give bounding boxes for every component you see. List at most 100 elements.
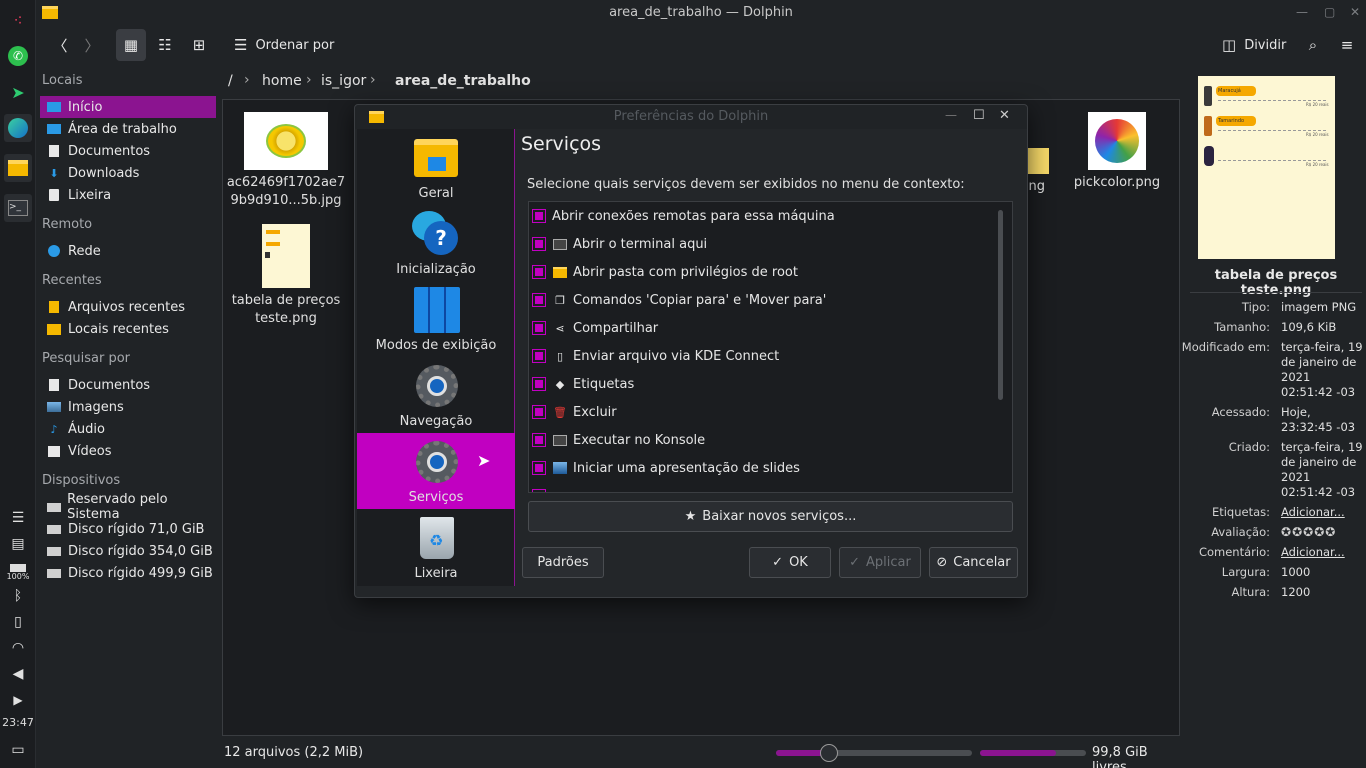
service-item[interactable]: ⋖ Compartilhar bbox=[529, 314, 989, 342]
search-documents[interactable]: Documentos bbox=[40, 374, 216, 396]
star-icon[interactable]: ✪ bbox=[1314, 525, 1325, 539]
minimize-icon[interactable]: — bbox=[1296, 5, 1308, 19]
service-item[interactable]: Executar no Konsole bbox=[529, 426, 989, 454]
back-button[interactable]: 〈 bbox=[48, 29, 72, 61]
service-checkbox[interactable] bbox=[532, 237, 546, 251]
service-item[interactable]: ▯ Enviar arquivo via KDE Connect bbox=[529, 342, 989, 370]
service-checkbox[interactable] bbox=[532, 377, 546, 391]
file-item[interactable]: ac62469f1702ae7 9b9d910...5b.jpg bbox=[226, 112, 346, 210]
maximize-icon[interactable]: ▢ bbox=[1324, 5, 1335, 19]
category-general[interactable]: Geral bbox=[357, 129, 515, 205]
show-desktop-icon[interactable]: ▭ bbox=[6, 740, 30, 760]
service-item[interactable]: Abrir conexões remotas para essa máquina bbox=[529, 202, 989, 230]
category-view-modes[interactable]: Modos de exibição bbox=[357, 281, 515, 357]
service-checkbox[interactable] bbox=[532, 405, 546, 419]
kdeconnect-icon[interactable]: ▯ bbox=[6, 612, 30, 632]
rating-stars[interactable]: ✪✪✪✪✪ bbox=[1281, 525, 1363, 540]
icons-view-button[interactable]: ▦ bbox=[116, 29, 146, 61]
sort-by-button[interactable]: ☰ Ordenar por bbox=[230, 29, 338, 61]
add-tags-link[interactable]: Adicionar... bbox=[1281, 505, 1363, 520]
bluetooth-icon[interactable]: ᛒ bbox=[6, 586, 30, 606]
battery-icon[interactable]: 100% bbox=[6, 560, 30, 584]
category-services[interactable]: Serviços ➤ bbox=[357, 433, 515, 509]
details-view-button[interactable]: ⊞ bbox=[184, 29, 214, 61]
category-navigation[interactable]: Navegação bbox=[357, 357, 515, 433]
service-item[interactable]: ◆ Etiquetas bbox=[529, 370, 989, 398]
place-recent-files[interactable]: Arquivos recentes bbox=[40, 296, 216, 318]
forward-button[interactable]: 〉 bbox=[80, 29, 104, 61]
device-disk-354[interactable]: Disco rígido 354,0 GiB bbox=[40, 540, 216, 562]
file-item[interactable]: pickcolor.png bbox=[1057, 112, 1177, 192]
place-downloads[interactable]: ⬇ Downloads bbox=[40, 162, 216, 184]
service-checkbox[interactable] bbox=[532, 265, 546, 279]
category-trash[interactable]: ♻ Lixeira bbox=[357, 509, 515, 585]
services-list[interactable]: Abrir conexões remotas para essa máquina… bbox=[528, 201, 1013, 493]
dolphin-icon[interactable] bbox=[4, 154, 32, 182]
search-audio[interactable]: ♪ Áudio bbox=[40, 418, 216, 440]
place-network[interactable]: Rede bbox=[40, 240, 216, 262]
service-checkbox[interactable] bbox=[532, 349, 546, 363]
download-services-button[interactable]: ★ Baixar novos serviços... bbox=[528, 501, 1013, 532]
search-button[interactable]: ⌕ bbox=[1300, 29, 1326, 61]
category-startup[interactable]: ? Inicialização bbox=[357, 205, 515, 281]
file-item[interactable]: tabela de preços teste.png bbox=[226, 224, 346, 328]
service-checkbox[interactable] bbox=[532, 489, 546, 492]
app-launcher-icon[interactable]: ⁖ bbox=[4, 6, 32, 34]
search-images[interactable]: Imagens bbox=[40, 396, 216, 418]
star-icon[interactable]: ✪ bbox=[1281, 525, 1292, 539]
crumb-user[interactable]: is_igor bbox=[321, 73, 366, 89]
service-item[interactable]: ❐ Comandos 'Copiar para' e 'Mover para' bbox=[529, 286, 989, 314]
service-item[interactable]: 🗑 Excluir bbox=[529, 398, 989, 426]
ok-button[interactable]: ✓ OK bbox=[749, 547, 831, 578]
device-disk-71[interactable]: Disco rígido 71,0 GiB bbox=[40, 518, 216, 540]
place-desktop[interactable]: Área de trabalho bbox=[40, 118, 216, 140]
service-item-partial[interactable] bbox=[529, 482, 989, 492]
close-icon[interactable]: ✕ bbox=[1350, 5, 1360, 19]
service-checkbox[interactable] bbox=[532, 461, 546, 475]
wifi-icon[interactable]: ◠ bbox=[6, 638, 30, 658]
search-videos[interactable]: Vídeos bbox=[40, 440, 216, 462]
defaults-button[interactable]: Padrões bbox=[522, 547, 604, 578]
send-icon[interactable]: ➤ bbox=[4, 78, 32, 106]
terminal-icon[interactable]: >_ bbox=[4, 194, 32, 222]
add-comment-link[interactable]: Adicionar... bbox=[1281, 545, 1363, 560]
zoom-slider[interactable] bbox=[776, 744, 972, 762]
service-checkbox[interactable] bbox=[532, 293, 546, 307]
service-checkbox[interactable] bbox=[532, 321, 546, 335]
close-icon[interactable]: ✕ bbox=[999, 108, 1010, 123]
expand-tray-icon[interactable]: ▶ bbox=[6, 690, 30, 710]
whatsapp-icon[interactable]: ✆ bbox=[4, 42, 32, 70]
crumb-home[interactable]: home bbox=[262, 73, 302, 89]
service-item[interactable]: Abrir o terminal aqui bbox=[529, 230, 989, 258]
split-button[interactable]: ◫ Dividir bbox=[1218, 29, 1290, 61]
compact-view-button[interactable]: ☷ bbox=[150, 29, 180, 61]
place-trash[interactable]: Lixeira bbox=[40, 184, 216, 206]
zoom-slider-handle[interactable] bbox=[820, 744, 838, 762]
maximize-icon[interactable]: ☐ bbox=[973, 108, 985, 123]
service-checkbox[interactable] bbox=[532, 433, 546, 447]
edge-dev-icon[interactable] bbox=[4, 114, 32, 142]
star-icon[interactable]: ✪ bbox=[1303, 525, 1314, 539]
place-documents[interactable]: Documentos bbox=[40, 140, 216, 162]
clipboard-icon[interactable]: ☰ bbox=[6, 508, 30, 528]
service-item[interactable]: Iniciar uma apresentação de slides bbox=[529, 454, 989, 482]
star-icon[interactable]: ✪ bbox=[1325, 525, 1336, 539]
apply-button[interactable]: ✓ Aplicar bbox=[839, 547, 921, 578]
volume-icon[interactable]: ◀ bbox=[6, 664, 30, 684]
service-item[interactable]: Abrir pasta com privilégios de root bbox=[529, 258, 989, 286]
service-checkbox[interactable] bbox=[532, 209, 546, 223]
cancel-button[interactable]: ⊘ Cancelar bbox=[929, 547, 1018, 578]
menu-button[interactable]: ≡ bbox=[1334, 29, 1360, 61]
device-disk-499[interactable]: Disco rígido 499,9 GiB bbox=[40, 562, 216, 584]
service-label: Etiquetas bbox=[573, 376, 635, 392]
place-recent-locations[interactable]: Locais recentes bbox=[40, 318, 216, 340]
crumb-current[interactable]: area_de_trabalho bbox=[395, 73, 531, 89]
device-reserved[interactable]: Reservado pelo Sistema bbox=[40, 492, 216, 522]
clock[interactable]: 23:47 bbox=[0, 716, 36, 729]
star-icon[interactable]: ✪ bbox=[1292, 525, 1303, 539]
crumb-root[interactable]: / bbox=[228, 73, 233, 89]
minimize-icon[interactable]: — bbox=[945, 108, 957, 122]
services-scrollbar[interactable] bbox=[998, 210, 1003, 400]
notes-icon[interactable]: ▤ bbox=[6, 534, 30, 554]
place-inicio[interactable]: Início bbox=[40, 96, 216, 118]
